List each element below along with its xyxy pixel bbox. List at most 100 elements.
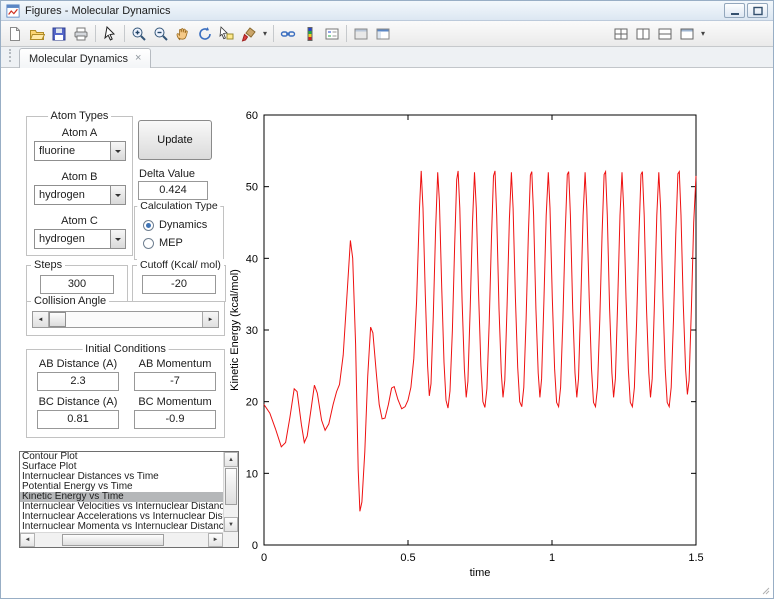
toolbar-separator: [346, 25, 347, 42]
save-figure-button[interactable]: [48, 23, 70, 45]
window-menu-button[interactable]: ▾: [698, 23, 708, 45]
radio-dynamics[interactable]: Dynamics: [143, 219, 207, 231]
plot-type-listbox[interactable]: Contour Plot Surface Plot Internuclear D…: [19, 451, 239, 548]
delta-value-field[interactable]: 0.424: [138, 181, 208, 200]
atom-c-dropdown[interactable]: hydrogen: [34, 229, 126, 249]
list-item-selected[interactable]: Kinetic Energy vs Time: [20, 492, 223, 502]
collision-angle-label: Collision Angle: [31, 295, 109, 307]
tile-single-icon: [679, 26, 695, 42]
svg-text:0.5: 0.5: [400, 552, 415, 564]
list-item[interactable]: Contour Plot: [20, 452, 223, 462]
cutoff-panel: Cutoff (Kcal/ mol) -20: [132, 265, 226, 302]
atom-a-dropdown[interactable]: fluorine: [34, 141, 126, 161]
hide-plot-tools-button[interactable]: [350, 23, 372, 45]
titlebar: Figures - Molecular Dynamics: [1, 1, 773, 21]
new-figure-icon: [7, 26, 23, 42]
maximize-button[interactable]: [747, 3, 768, 18]
list-item[interactable]: Internuclear Distances vs Time: [20, 472, 223, 482]
slider-thumb[interactable]: [49, 312, 66, 327]
ab-momentum-label: AB Momentum: [130, 358, 220, 370]
bc-distance-field[interactable]: 0.81: [37, 410, 119, 429]
kinetic-energy-plot[interactable]: 00.511.50102030405060timeKinetic Energy …: [226, 98, 716, 588]
edit-plot-icon: [102, 26, 118, 42]
pan-button[interactable]: [172, 23, 194, 45]
insert-legend-icon: [324, 26, 340, 42]
data-cursor-button[interactable]: [216, 23, 238, 45]
open-file-button[interactable]: [26, 23, 48, 45]
zoom-out-button[interactable]: [150, 23, 172, 45]
bc-momentum-field[interactable]: -0.9: [134, 410, 216, 429]
figure-canvas: Atom Types Atom A fluorine Atom B hydrog…: [1, 68, 773, 598]
list-item[interactable]: Surface Plot: [20, 462, 223, 472]
rotate-3d-button[interactable]: [194, 23, 216, 45]
tile-single-button[interactable]: [676, 23, 698, 45]
print-figure-button[interactable]: [70, 23, 92, 45]
insert-colorbar-button[interactable]: [299, 23, 321, 45]
toolbar-separator: [95, 25, 96, 42]
update-button[interactable]: Update: [138, 120, 212, 160]
rotate-3d-icon: [197, 26, 213, 42]
hide-plot-tools-icon: [353, 26, 369, 42]
bc-momentum-label: BC Momentum: [130, 396, 220, 408]
atom-b-dropdown-arrow-icon[interactable]: [110, 186, 125, 204]
insert-legend-button[interactable]: [321, 23, 343, 45]
show-plot-tools-icon: [375, 26, 391, 42]
brush-button[interactable]: [238, 23, 260, 45]
scroll-right-icon[interactable]: ►: [208, 533, 223, 547]
svg-text:Kinetic Energy (kcal/mol): Kinetic Energy (kcal/mol): [229, 269, 241, 391]
edit-plot-button[interactable]: [99, 23, 121, 45]
scroll-left-icon[interactable]: ◄: [20, 533, 35, 547]
plot-type-list: Contour Plot Surface Plot Internuclear D…: [20, 452, 223, 532]
collision-angle-slider[interactable]: ◄ ►: [32, 311, 219, 328]
atom-b-dropdown[interactable]: hydrogen: [34, 185, 126, 205]
toolbar-separator: [124, 25, 125, 42]
minimize-button[interactable]: [724, 3, 745, 18]
save-figure-icon: [51, 26, 67, 42]
insert-colorbar-icon: [302, 26, 318, 42]
resize-grip[interactable]: [760, 585, 770, 595]
minimize-icon: [729, 6, 741, 16]
cutoff-label: Cutoff (Kcal/ mol): [137, 259, 224, 271]
cutoff-field[interactable]: -20: [142, 275, 216, 294]
radio-mep-label: MEP: [159, 237, 183, 249]
slider-left-arrow-icon[interactable]: ◄: [33, 312, 49, 327]
show-plot-tools-button[interactable]: [372, 23, 394, 45]
ab-momentum-field[interactable]: -7: [134, 372, 216, 391]
list-item[interactable]: Potential Energy vs Time: [20, 482, 223, 492]
atom-b-value: hydrogen: [39, 186, 85, 204]
tile-rows-button[interactable]: [654, 23, 676, 45]
horizontal-scrollbar[interactable]: ◄ ►: [20, 532, 223, 547]
atom-types-title: Atom Types: [48, 110, 112, 122]
list-item[interactable]: Internuclear Momenta vs Internuclear Dis…: [20, 522, 223, 532]
atom-types-panel: Atom Types Atom A fluorine Atom B hydrog…: [26, 116, 133, 256]
tab-close-icon[interactable]: ×: [135, 53, 141, 64]
radio-mep[interactable]: MEP: [143, 237, 183, 249]
list-item[interactable]: Internuclear Velocities vs Internuclear …: [20, 502, 223, 512]
ab-distance-field[interactable]: 2.3: [37, 372, 119, 391]
steps-field[interactable]: 300: [40, 275, 114, 294]
open-file-icon: [29, 26, 45, 42]
slider-right-arrow-icon[interactable]: ►: [202, 312, 218, 327]
horizontal-scroll-thumb[interactable]: [62, 534, 164, 546]
atom-c-value: hydrogen: [39, 230, 85, 248]
link-plot-button[interactable]: [277, 23, 299, 45]
zoom-in-button[interactable]: [128, 23, 150, 45]
radio-dynamics-label: Dynamics: [159, 219, 207, 231]
calculation-type-panel: Calculation Type Dynamics MEP: [134, 206, 224, 260]
axes[interactable]: 00.511.50102030405060timeKinetic Energy …: [226, 98, 716, 588]
atom-a-label: Atom A: [27, 127, 132, 139]
brush-dropdown-button[interactable]: ▾: [260, 23, 270, 45]
tile-grid-button[interactable]: [610, 23, 632, 45]
svg-text:10: 10: [246, 468, 258, 480]
atom-c-dropdown-arrow-icon[interactable]: [110, 230, 125, 248]
new-figure-button[interactable]: [4, 23, 26, 45]
tab-molecular-dynamics[interactable]: Molecular Dynamics ×: [19, 48, 151, 68]
figure-toolbar: ▾: [1, 21, 773, 47]
tabbar-drag-handle[interactable]: [9, 49, 11, 62]
caret-down-icon: ▾: [263, 30, 267, 38]
brush-icon: [241, 26, 257, 42]
tile-columns-button[interactable]: [632, 23, 654, 45]
atom-a-dropdown-arrow-icon[interactable]: [110, 142, 125, 160]
tile-rows-icon: [657, 26, 673, 42]
list-item[interactable]: Internuclear Accelerations vs Internucle…: [20, 512, 223, 522]
